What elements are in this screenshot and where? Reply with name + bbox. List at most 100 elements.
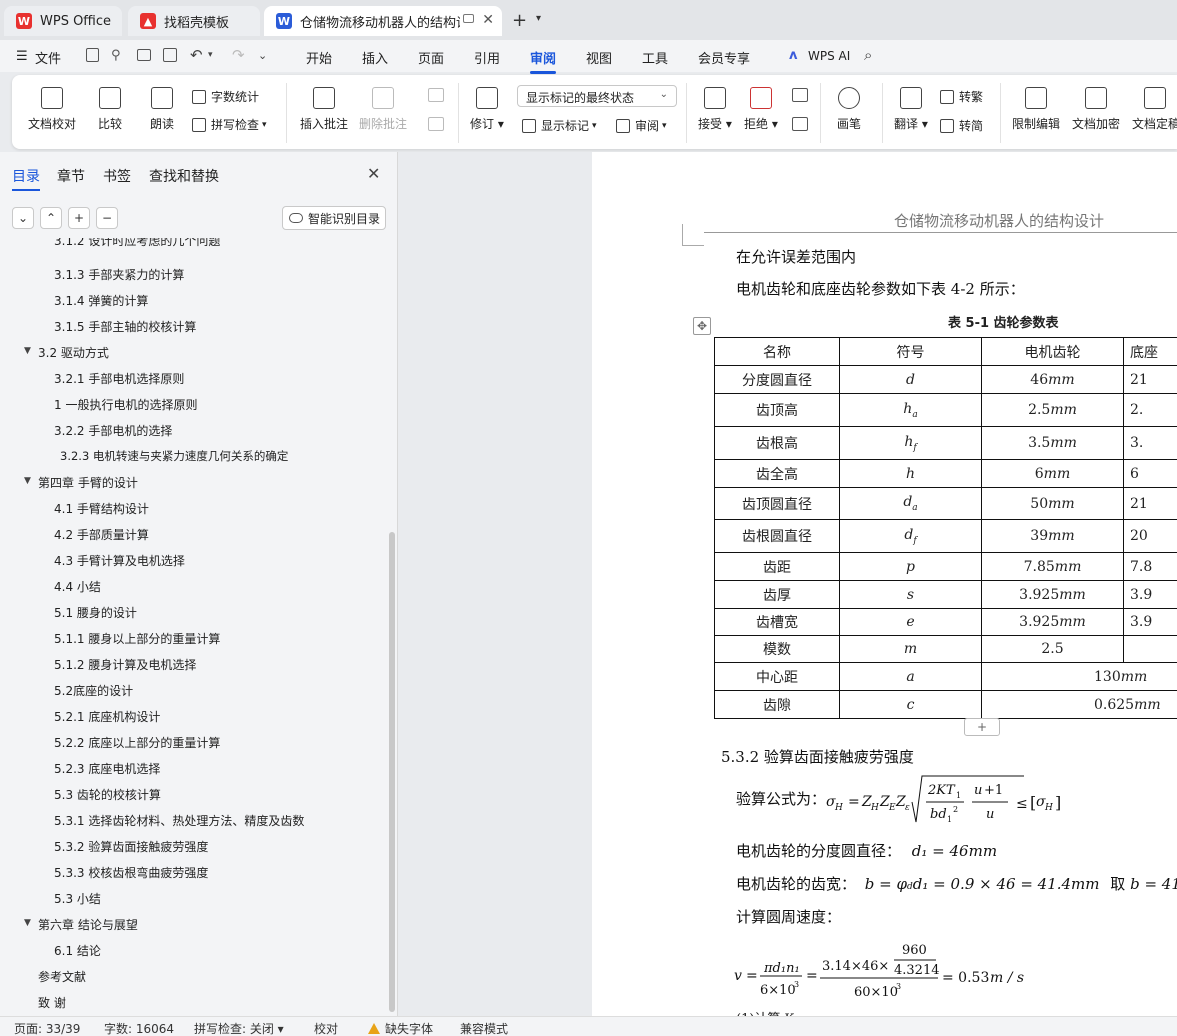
motor-gear-cell[interactable]: 3.925mm <box>981 580 1124 609</box>
page-indicator[interactable]: 页面: 33/39 <box>14 1020 80 1036</box>
param-symbol-cell[interactable]: d <box>839 365 982 394</box>
param-name-cell[interactable]: 齿距 <box>714 552 840 581</box>
toc-item[interactable]: 5.3.1 选择齿轮材料、热处理方法、精度及齿数 <box>54 812 304 829</box>
toc-item[interactable]: 3.2 驱动方式 <box>38 344 109 361</box>
reject-button[interactable]: 拒绝 ▾ <box>744 87 778 132</box>
param-name-cell[interactable]: 齿槽宽 <box>714 608 840 636</box>
param-symbol-cell[interactable]: s <box>839 580 982 609</box>
ink-button[interactable]: 画笔 <box>837 87 861 132</box>
param-symbol-cell[interactable]: hf <box>839 426 982 460</box>
expand-triangle-icon[interactable]: ▼ <box>24 346 31 356</box>
next-change-icon[interactable] <box>792 117 808 131</box>
toc-item[interactable]: 3.1.2 设计时应考虑的几个问题 <box>54 238 220 249</box>
tab-find-replace[interactable]: 查找和替换 <box>149 166 219 186</box>
remove-heading-icon[interactable]: − <box>96 207 118 229</box>
toc-item[interactable]: 参考文献 <box>38 968 86 985</box>
save-icon[interactable] <box>86 48 99 62</box>
menu-review[interactable]: 审阅 <box>530 48 557 74</box>
table-header-cell[interactable]: 符号 <box>839 337 982 366</box>
param-symbol-cell[interactable]: m <box>839 635 982 663</box>
base-gear-cell[interactable]: 3.9 <box>1123 608 1177 636</box>
menu-home[interactable]: 开始 <box>306 48 332 67</box>
merged-value-cell[interactable]: 130mm <box>981 662 1177 691</box>
param-symbol-cell[interactable]: ha <box>839 393 982 427</box>
motor-gear-cell[interactable]: 3.925mm <box>981 608 1124 636</box>
redo-icon[interactable]: ↷ <box>232 46 245 64</box>
tab-bookmarks[interactable]: 书签 <box>103 166 131 186</box>
compare-button[interactable]: 比较 <box>98 87 122 132</box>
base-gear-cell[interactable]: 3.9 <box>1123 580 1177 609</box>
menu-page[interactable]: 页面 <box>418 48 444 67</box>
motor-gear-cell[interactable]: 6mm <box>981 459 1124 488</box>
prev-change-icon[interactable] <box>792 88 808 102</box>
menu-insert[interactable]: 插入 <box>362 48 388 67</box>
doc-check-button[interactable]: 文档校对 <box>28 87 76 132</box>
toc-item[interactable]: 1 一般执行电机的选择原则 <box>54 396 197 413</box>
toc-item[interactable]: 第四章 手臂的设计 <box>38 474 138 491</box>
add-heading-icon[interactable]: + <box>68 207 90 229</box>
toc-item[interactable]: 5.1 腰身的设计 <box>54 604 137 621</box>
toc-item[interactable]: 5.3.3 校核齿根弯曲疲劳强度 <box>54 864 208 881</box>
share-icon[interactable]: ⚲ <box>111 48 121 63</box>
toc-item[interactable]: 3.1.5 手部主轴的校核计算 <box>54 318 196 335</box>
menu-wps-ai[interactable]: WPS AI <box>808 49 850 63</box>
param-name-cell[interactable]: 齿全高 <box>714 459 840 488</box>
table-header-cell[interactable]: 名称 <box>714 337 840 366</box>
toc-item[interactable]: 5.2.3 底座电机选择 <box>54 760 160 777</box>
param-name-cell[interactable]: 齿厚 <box>714 580 840 609</box>
undo-dropdown-icon[interactable]: ▾ <box>208 50 213 60</box>
insert-comment-button[interactable]: 插入批注 <box>300 87 348 132</box>
param-name-cell[interactable]: 齿顶圆直径 <box>714 487 840 520</box>
base-gear-cell[interactable]: 3. <box>1123 426 1177 460</box>
menu-member[interactable]: 会员专享 <box>698 48 750 67</box>
expand-triangle-icon[interactable]: ▼ <box>24 918 31 928</box>
toc-item[interactable]: 4.4 小结 <box>54 578 101 595</box>
encrypt-button[interactable]: 文档加密 <box>1072 87 1120 132</box>
param-name-cell[interactable]: 模数 <box>714 635 840 663</box>
param-name-cell[interactable]: 分度圆直径 <box>714 365 840 394</box>
motor-gear-cell[interactable]: 3.5mm <box>981 426 1124 460</box>
toc-item[interactable]: 3.2.1 手部电机选择原则 <box>54 370 184 387</box>
read-aloud-button[interactable]: 朗读 <box>150 87 174 132</box>
motor-gear-cell[interactable]: 46mm <box>981 365 1124 394</box>
menu-tools[interactable]: 工具 <box>642 48 668 67</box>
param-symbol-cell[interactable]: da <box>839 487 982 520</box>
restrict-edit-button[interactable]: 限制编辑 <box>1012 87 1060 132</box>
toc-item[interactable]: 5.2.2 底座以上部分的重量计算 <box>54 734 220 751</box>
new-tab-icon[interactable]: + <box>512 10 527 31</box>
proof-button[interactable]: 校对 <box>314 1020 338 1036</box>
toc-item[interactable]: 6.1 结论 <box>54 942 101 959</box>
param-symbol-cell[interactable]: p <box>839 552 982 581</box>
word-count-indicator[interactable]: 字数: 16064 <box>104 1020 174 1036</box>
toc-scrollbar[interactable] <box>389 532 395 1012</box>
review-pane-button[interactable]: 审阅 ▾ <box>616 117 667 134</box>
tab-docer-templates[interactable]: ▲ 找稻壳模板 <box>128 6 260 36</box>
toc-item[interactable]: 3.2.2 手部电机的选择 <box>54 422 172 439</box>
print-icon[interactable] <box>137 49 151 61</box>
tab-current-document[interactable]: W 仓储物流移动机器人的结构设计 ✕ <box>264 6 502 36</box>
param-name-cell[interactable]: 齿根圆直径 <box>714 519 840 553</box>
undo-icon[interactable]: ↶ <box>190 46 203 64</box>
param-name-cell[interactable]: 中心距 <box>714 662 840 691</box>
base-gear-cell[interactable]: 2. <box>1123 393 1177 427</box>
param-symbol-cell[interactable]: df <box>839 519 982 553</box>
to-traditional-button[interactable]: 转繁 <box>940 88 983 105</box>
toc-item[interactable]: 4.3 手臂计算及电机选择 <box>54 552 185 569</box>
param-symbol-cell[interactable]: c <box>839 690 982 719</box>
spell-check-status[interactable]: 拼写检查: 关闭 ▾ <box>194 1020 284 1036</box>
delete-comment-button[interactable]: 删除批注 <box>359 87 407 132</box>
motor-gear-cell[interactable]: 2.5 <box>981 635 1124 663</box>
base-gear-cell[interactable]: 21 <box>1123 487 1177 520</box>
param-name-cell[interactable]: 齿根高 <box>714 426 840 460</box>
next-comment-icon[interactable] <box>428 117 444 131</box>
toc-item[interactable]: 4.1 手臂结构设计 <box>54 500 149 517</box>
toc-item[interactable]: 5.3 齿轮的校核计算 <box>54 786 161 803</box>
missing-font-indicator[interactable]: 缺失字体 <box>368 1020 433 1036</box>
toc-item[interactable]: 5.1.1 腰身以上部分的重量计算 <box>54 630 220 647</box>
motor-gear-cell[interactable]: 7.85mm <box>981 552 1124 581</box>
collapse-icon[interactable]: ⌄ <box>12 207 34 229</box>
menu-references[interactable]: 引用 <box>474 48 500 67</box>
toc-item[interactable]: 5.2底座的设计 <box>54 682 133 699</box>
menu-file[interactable]: 文件 <box>35 48 61 67</box>
toc-item[interactable]: 3.2.3 电机转速与夹紧力速度几何关系的确定 <box>60 448 288 464</box>
